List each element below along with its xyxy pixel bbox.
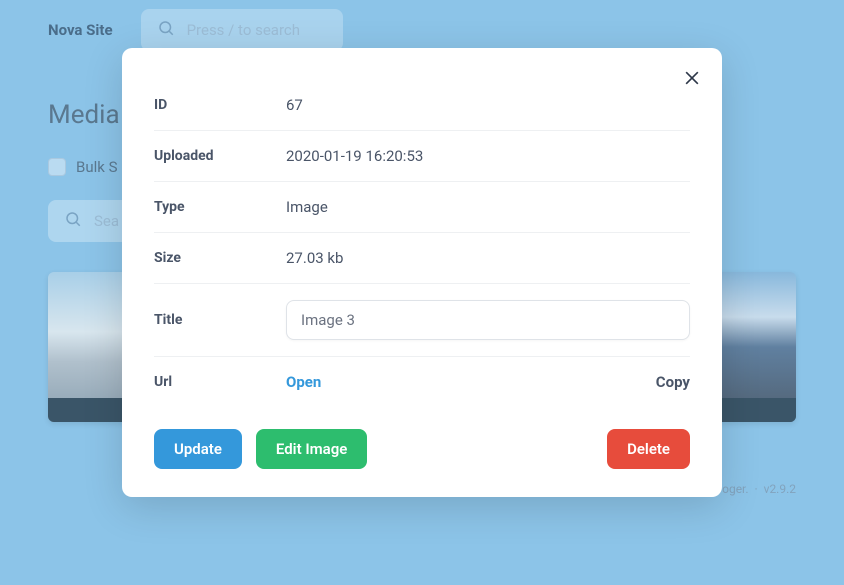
url-copy-button[interactable]: Copy: [656, 373, 690, 391]
field-label: Type: [154, 199, 286, 215]
modal-overlay: ID 67 Uploaded 2020-01-19 16:20:53 Type …: [0, 0, 844, 585]
field-value: 67: [286, 96, 690, 114]
field-url: Url Open Copy: [154, 357, 690, 407]
media-detail-modal: ID 67 Uploaded 2020-01-19 16:20:53 Type …: [122, 48, 722, 497]
field-label: ID: [154, 97, 286, 113]
field-label: Uploaded: [154, 148, 286, 164]
field-title: Title: [154, 284, 690, 357]
field-value: 2020-01-19 16:20:53: [286, 147, 690, 165]
edit-image-button[interactable]: Edit Image: [256, 429, 367, 469]
close-icon: [682, 73, 702, 92]
field-size: Size 27.03 kb: [154, 233, 690, 284]
field-id: ID 67: [154, 86, 690, 131]
field-label: Url: [154, 374, 286, 390]
field-value: 27.03 kb: [286, 249, 690, 267]
field-type: Type Image: [154, 182, 690, 233]
modal-actions: Update Edit Image Delete: [154, 429, 690, 469]
field-uploaded: Uploaded 2020-01-19 16:20:53: [154, 131, 690, 182]
field-label: Title: [154, 312, 286, 328]
field-label: Size: [154, 250, 286, 266]
delete-button[interactable]: Delete: [607, 429, 690, 469]
title-input[interactable]: [286, 300, 690, 340]
update-button[interactable]: Update: [154, 429, 242, 469]
close-button[interactable]: [682, 68, 702, 92]
url-open-link[interactable]: Open: [286, 373, 321, 391]
field-value: Image: [286, 198, 690, 216]
